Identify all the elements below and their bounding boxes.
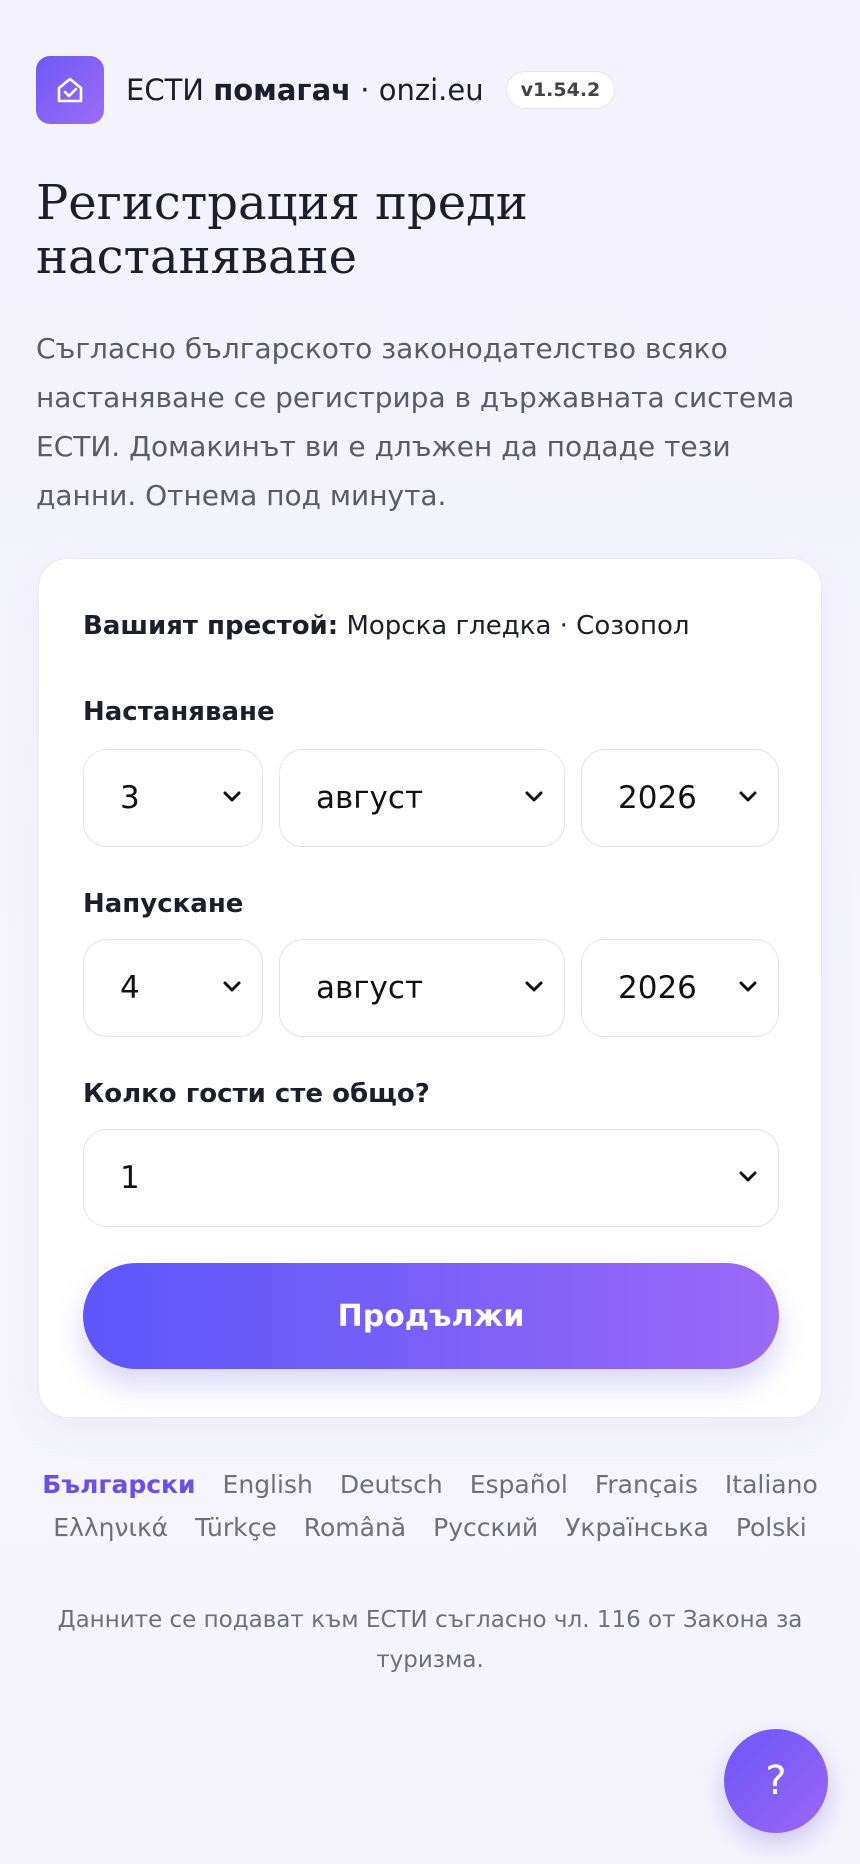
- home-check-icon: [36, 56, 104, 124]
- stay-info: Вашият престой: Морска гледка · Созопол: [83, 611, 690, 641]
- checkout-month-select[interactable]: август: [279, 939, 565, 1037]
- checkin-year-select[interactable]: 2026: [581, 749, 779, 847]
- checkin-label: Настаняване: [83, 697, 275, 727]
- lang-ru[interactable]: Русский: [433, 1513, 538, 1542]
- guests-value: 1: [120, 1160, 140, 1196]
- brand-bold: помагач: [213, 73, 352, 107]
- guests-select[interactable]: 1: [83, 1129, 779, 1227]
- chevron-down-icon: [739, 981, 757, 992]
- chevron-down-icon: [223, 791, 241, 802]
- app-header: ЕСТИ помагач · onzi.eu v1.54.2: [36, 56, 616, 124]
- lang-tr[interactable]: Türkçe: [195, 1513, 277, 1542]
- lang-bg[interactable]: Български: [42, 1470, 195, 1499]
- checkin-month-select[interactable]: август: [279, 749, 565, 847]
- registration-card: Вашият престой: Морска гледка · Созопол …: [38, 558, 822, 1418]
- brand-prefix: ЕСТИ: [126, 73, 214, 107]
- help-icon: ?: [765, 1758, 787, 1804]
- checkout-year-value: 2026: [618, 970, 697, 1006]
- lang-es[interactable]: Español: [470, 1470, 568, 1499]
- checkin-day-value: 3: [120, 780, 140, 816]
- continue-button[interactable]: Продължи: [83, 1263, 779, 1369]
- checkin-month-value: август: [316, 780, 424, 816]
- page-title: Регистрация преди настаняване: [36, 175, 528, 285]
- lang-it[interactable]: Italiano: [725, 1470, 818, 1499]
- legal-footer: Данните се подават към ЕСТИ съгласно чл.…: [57, 1607, 803, 1673]
- lang-el[interactable]: Ελληνικά: [53, 1513, 168, 1542]
- checkin-day-select[interactable]: 3: [83, 749, 263, 847]
- lang-ro[interactable]: Română: [304, 1513, 406, 1542]
- chevron-down-icon: [223, 981, 241, 992]
- checkin-year-value: 2026: [618, 780, 697, 816]
- guests-label: Колко гости сте общо?: [83, 1079, 430, 1109]
- language-switcher: Български English Deutsch Español França…: [36, 1470, 824, 1542]
- brand-suffix: · onzi.eu: [351, 73, 484, 107]
- lang-pl[interactable]: Polski: [736, 1513, 807, 1542]
- stay-value: Морска гледка · Созопол: [346, 611, 690, 641]
- stay-label: Вашият престой:: [83, 611, 339, 641]
- chevron-down-icon: [739, 1171, 757, 1182]
- chevron-down-icon: [525, 791, 543, 802]
- checkout-label: Напускане: [83, 889, 244, 919]
- checkout-month-value: август: [316, 970, 424, 1006]
- checkout-day-select[interactable]: 4: [83, 939, 263, 1037]
- chevron-down-icon: [739, 791, 757, 802]
- checkout-day-value: 4: [120, 970, 140, 1006]
- checkout-year-select[interactable]: 2026: [581, 939, 779, 1037]
- help-button[interactable]: ?: [724, 1729, 828, 1833]
- app-brand: ЕСТИ помагач · onzi.eu: [126, 73, 484, 107]
- intro-text: Съгласно българското законодателство вся…: [36, 332, 795, 512]
- chevron-down-icon: [525, 981, 543, 992]
- lang-de[interactable]: Deutsch: [340, 1470, 443, 1499]
- lang-uk[interactable]: Українська: [565, 1513, 709, 1542]
- lang-fr[interactable]: Français: [595, 1470, 698, 1499]
- version-badge: v1.54.2: [505, 71, 616, 109]
- lang-en[interactable]: English: [223, 1470, 313, 1499]
